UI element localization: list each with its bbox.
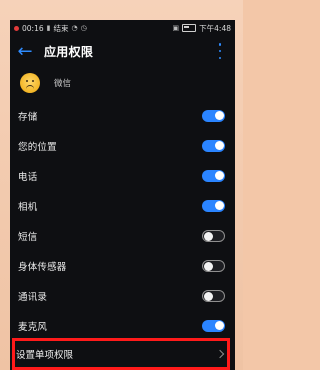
permission-label: 麦克风 — [18, 322, 48, 333]
permission-toggle[interactable] — [202, 230, 225, 242]
single-permission-row[interactable]: 设置单项权限 — [10, 338, 235, 370]
status-bar: 00:16 ▮ 结束 ◔ ◷ ▣ 下午4:48 — [10, 20, 235, 36]
permission-row-microphone[interactable]: 麦克风 — [10, 311, 235, 341]
permission-row-body-sensors[interactable]: 身体传感器 — [10, 251, 235, 281]
permission-toggle[interactable] — [202, 110, 225, 122]
more-dot-icon — [218, 43, 222, 46]
permission-row-storage[interactable]: 存储 — [10, 101, 235, 131]
app-info-row: 微信 — [10, 67, 235, 99]
recording-dot-icon — [14, 25, 19, 31]
wifi-icon: ◔ — [71, 24, 78, 32]
battery-icon — [182, 24, 197, 32]
alarm-icon: ◷ — [80, 24, 87, 32]
wechat-app-icon — [20, 73, 40, 93]
permission-row-sms[interactable]: 短信 — [10, 221, 235, 251]
toggle-knob — [215, 321, 224, 330]
app-name: 微信 — [54, 79, 72, 89]
status-time: 00:16 — [22, 23, 44, 33]
toggle-knob — [204, 231, 213, 241]
permission-label: 身体传感器 — [18, 262, 67, 273]
permission-toggle[interactable] — [202, 290, 225, 302]
permission-row-contacts[interactable]: 通讯录 — [10, 281, 235, 311]
permission-list: 存储 您的位置 电话 相机 短信 身体传感器 通讯录 麦克风 — [10, 101, 235, 341]
permission-row-phone[interactable]: 电话 — [10, 161, 235, 191]
permission-label: 相机 — [18, 202, 38, 213]
back-button[interactable]: ← — [16, 40, 34, 62]
chevron-right-icon — [215, 349, 225, 359]
permission-label: 通讯录 — [18, 292, 48, 303]
status-network-text: 结束 — [53, 23, 69, 33]
nfc-icon: ▣ — [172, 24, 180, 32]
more-dot-icon — [218, 49, 222, 53]
more-dot-icon — [218, 56, 222, 59]
permission-toggle[interactable] — [202, 320, 225, 332]
permission-label: 电话 — [18, 172, 38, 183]
permission-toggle[interactable] — [202, 140, 225, 152]
toggle-knob — [204, 261, 213, 271]
app-bar: ← 应用权限 — [10, 36, 235, 67]
toggle-knob — [215, 141, 224, 150]
more-options-button[interactable] — [215, 43, 225, 59]
toggle-knob — [215, 171, 224, 180]
permission-toggle[interactable] — [202, 260, 225, 272]
status-left: 00:16 ▮ 结束 ◔ ◷ — [14, 23, 87, 34]
permission-row-camera[interactable]: 相机 — [10, 191, 235, 221]
permission-label: 短信 — [18, 232, 38, 243]
status-right: ▣ 下午4:48 — [173, 23, 231, 34]
permission-label: 您的位置 — [18, 142, 57, 153]
toggle-knob — [215, 201, 224, 210]
signal-icon: ▮ — [46, 24, 51, 32]
page-title: 应用权限 — [44, 45, 94, 59]
app-icon-mouth — [26, 85, 34, 90]
back-arrow-icon: ← — [17, 40, 33, 62]
permission-row-location[interactable]: 您的位置 — [10, 131, 235, 161]
toggle-knob — [204, 291, 213, 301]
single-permission-label: 设置单项权限 — [16, 350, 74, 361]
permission-toggle[interactable] — [202, 170, 225, 182]
status-clock: 下午4:48 — [199, 23, 231, 33]
toggle-knob — [215, 111, 224, 120]
permission-label: 存储 — [18, 112, 38, 123]
permission-toggle[interactable] — [202, 200, 225, 212]
screen: 00:16 ▮ 结束 ◔ ◷ ▣ 下午4:48 ← 应用权限 微信 存储 您的位… — [10, 20, 235, 370]
